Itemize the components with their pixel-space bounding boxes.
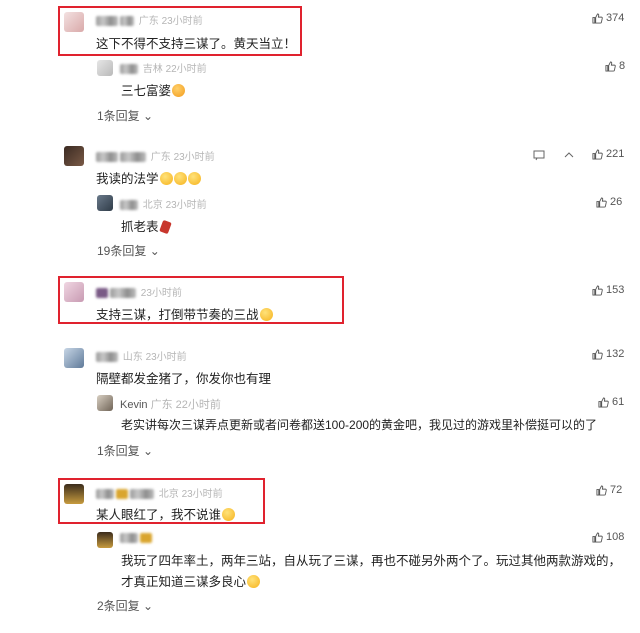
comment-time: 23小时前 <box>181 489 223 500</box>
grin-emoji-icon <box>222 508 236 521</box>
like-count: 132 <box>606 348 625 360</box>
comment-text: 这下不得不支持三谋了。黄天当立！ <box>96 37 297 51</box>
thumb-up-icon <box>592 12 603 24</box>
like-button[interactable]: 374 <box>592 12 624 24</box>
replies-toggle[interactable]: 19条回复 ⌄ <box>97 242 160 259</box>
comment-location: 山东 <box>122 352 143 363</box>
replies-toggle[interactable]: 1条回复 ⌄ <box>97 107 153 124</box>
thumb-up-icon <box>596 196 607 208</box>
like-count: 153 <box>606 284 625 296</box>
reply-time: 22小时前 <box>175 399 221 411</box>
comment-time: 23小时前 <box>145 352 187 363</box>
avatar[interactable] <box>64 282 84 302</box>
chevron-down-icon: ⌄ <box>143 599 154 613</box>
reply-meta: 吉林 22小时前 <box>120 60 207 75</box>
reply-meta: 北京 23小时前 <box>120 196 207 211</box>
thumb-up-icon <box>592 284 603 296</box>
thumb-up-icon <box>596 484 607 496</box>
reply-meta: Kevin 广东 22小时前 <box>120 396 221 412</box>
message-icon[interactable] <box>533 149 545 161</box>
like-count: 374 <box>606 12 625 24</box>
firecracker-emoji-icon <box>158 219 172 235</box>
reply-time: 23小时前 <box>165 200 207 211</box>
comment-location: 广东 <box>150 152 171 163</box>
reply-meta <box>120 533 154 544</box>
reply-location: 吉林 <box>142 64 163 75</box>
reply-text: 三七富婆 <box>121 80 186 99</box>
comment-location: 北京 <box>158 489 179 500</box>
reply-time: 22小时前 <box>165 64 207 75</box>
like-button[interactable]: 26 <box>596 196 622 208</box>
chevron-down-icon: ⌄ <box>149 244 160 258</box>
laughing-emoji-icon <box>187 172 201 185</box>
avatar[interactable] <box>64 12 84 32</box>
avatar[interactable] <box>97 60 113 76</box>
comment-text: 某人眼红了，我不说谁 <box>96 504 236 523</box>
like-count: 221 <box>606 148 625 160</box>
comment-location: 广东 <box>138 16 159 27</box>
replies-toggle[interactable]: 2条回复 ⌄ <box>97 597 153 614</box>
like-button[interactable]: 72 <box>596 484 622 496</box>
comment-time: 23小时前 <box>173 152 215 163</box>
heart-eyes-emoji-icon <box>172 84 186 97</box>
avatar[interactable] <box>64 348 84 368</box>
thumb-up-icon <box>605 60 616 72</box>
like-button[interactable]: 132 <box>592 348 624 360</box>
comment-meta: 山东 23小时前 <box>96 348 187 363</box>
reply-text-line: 我玩了四年率土，两年三站，自从玩了三谋，再也不碰另外两个了。玩过其他两款游戏的， <box>121 554 622 568</box>
like-button[interactable]: 8 <box>605 60 625 72</box>
comment-meta: 北京 23小时前 <box>96 485 223 500</box>
avatar[interactable] <box>97 195 113 211</box>
comment-text: 我读的法学 <box>96 168 201 187</box>
comment-meta: 广东 23小时前 <box>96 12 203 27</box>
laughing-emoji-icon <box>173 172 187 185</box>
avatar[interactable] <box>64 146 84 166</box>
reply-location: 广东 <box>150 399 173 411</box>
reply-location: 北京 <box>142 200 163 211</box>
like-count: 108 <box>606 531 625 543</box>
reply-text: 抓老表 <box>121 216 172 235</box>
like-count: 61 <box>612 396 625 408</box>
chevron-up-icon[interactable] <box>563 149 575 161</box>
avatar[interactable] <box>97 532 113 548</box>
smile-emoji-icon <box>259 308 273 321</box>
comment-text: 支持三谋，打倒带节奏的三战 <box>96 304 273 323</box>
chevron-down-icon: ⌄ <box>143 444 154 458</box>
comment-meta: 广东 23小时前 <box>96 148 215 163</box>
replies-toggle[interactable]: 1条回复 ⌄ <box>97 442 153 459</box>
reply-text: 老实讲每次三谋弄点更新或者问卷都送100-200的黄金吧，我见过的游戏里补偿挺可… <box>121 418 598 432</box>
laughing-emoji-icon <box>159 172 173 185</box>
like-count: 72 <box>610 484 623 496</box>
thumb-up-icon <box>592 148 603 160</box>
chevron-down-icon: ⌄ <box>143 109 154 123</box>
thumb-up-icon <box>592 348 603 360</box>
avatar[interactable] <box>97 395 113 411</box>
like-button[interactable]: 61 <box>598 396 624 408</box>
comment-text: 隔壁都发金猪了，你发你也有理 <box>96 372 272 386</box>
avatar[interactable] <box>64 484 84 504</box>
thumb-up-icon <box>592 531 603 543</box>
comment-time: 23小时前 <box>161 16 203 27</box>
thumb-up-icon <box>598 396 609 408</box>
like-count: 8 <box>619 60 626 72</box>
reply-text-line: 才真正知道三谋多良心 <box>121 571 261 590</box>
grin-emoji-icon <box>247 575 261 588</box>
like-button[interactable]: 108 <box>592 531 624 543</box>
like-button[interactable]: 153 <box>592 284 624 296</box>
comment-time: 23小时前 <box>140 288 182 299</box>
like-button[interactable]: 221 <box>592 148 624 160</box>
comment-meta: 23小时前 <box>96 284 182 299</box>
reply-author[interactable]: Kevin <box>120 399 148 411</box>
like-count: 26 <box>610 196 623 208</box>
